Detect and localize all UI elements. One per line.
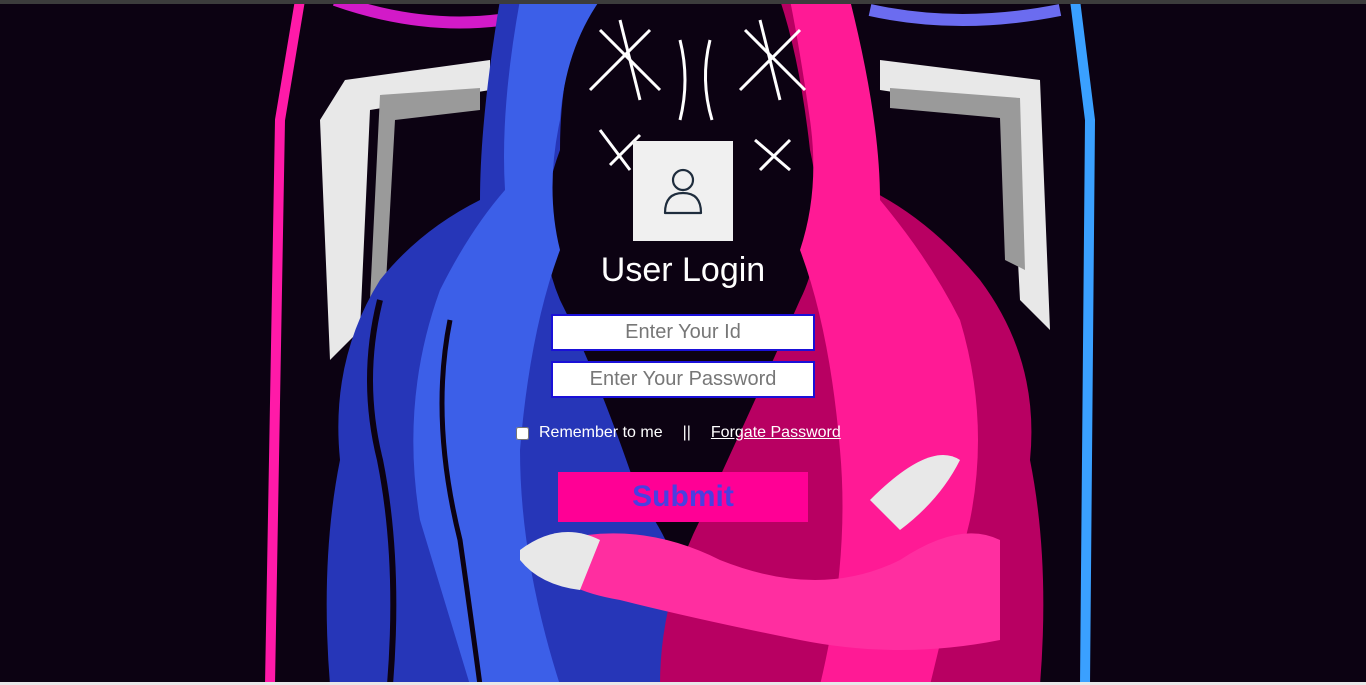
login-page: User Login Remember to me || Forgate Pas… xyxy=(0,0,1366,685)
remember-me-label: Remember to me xyxy=(539,424,663,441)
options-separator: || xyxy=(682,424,691,441)
login-form: User Login Remember to me || Forgate Pas… xyxy=(0,0,1366,685)
submit-button[interactable]: Submit xyxy=(558,472,808,522)
password-input[interactable] xyxy=(551,361,815,398)
avatar xyxy=(633,141,733,241)
login-options-row: Remember to me || Forgate Password xyxy=(515,421,841,445)
page-title: User Login xyxy=(600,251,766,289)
user-icon xyxy=(663,168,703,215)
user-id-input[interactable] xyxy=(551,314,815,351)
forgot-password-link[interactable]: Forgate Password xyxy=(711,424,841,442)
remember-me-checkbox[interactable] xyxy=(516,426,529,440)
